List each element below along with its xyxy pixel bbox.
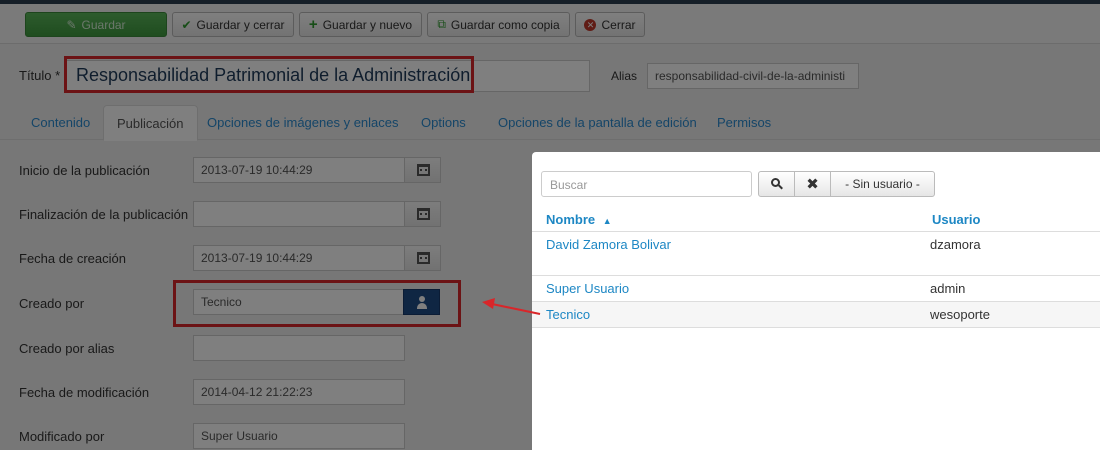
user-name-link[interactable]: Tecnico (546, 307, 590, 322)
modal-search-button[interactable] (758, 171, 795, 197)
modal-search-input[interactable]: Buscar (541, 171, 752, 197)
table-row: David Zamora Bolivar dzamora (532, 232, 1100, 276)
modal-clear-button[interactable]: ✖ (794, 171, 831, 197)
username: admin (930, 281, 966, 296)
name-column-header[interactable]: Nombre ▲ (546, 212, 612, 227)
user-column-header[interactable]: Usuario (932, 212, 980, 227)
clear-icon: ✖ (806, 176, 819, 193)
username: wesoporte (930, 307, 990, 322)
table-row: Tecnico wesoporte (532, 302, 1100, 328)
user-name-link[interactable]: Super Usuario (546, 281, 629, 296)
search-icon (770, 178, 783, 190)
user-select-modal: Buscar ✖ - Sin usuario - Nombre ▲ Usuari… (532, 152, 1100, 450)
no-user-button[interactable]: - Sin usuario - (830, 171, 935, 197)
sort-asc-icon: ▲ (602, 216, 612, 226)
username: dzamora (930, 237, 981, 252)
modal-table-header: Nombre ▲ Usuario (532, 210, 1100, 232)
table-row: Super Usuario admin (532, 276, 1100, 302)
user-name-link[interactable]: David Zamora Bolivar (546, 237, 671, 252)
